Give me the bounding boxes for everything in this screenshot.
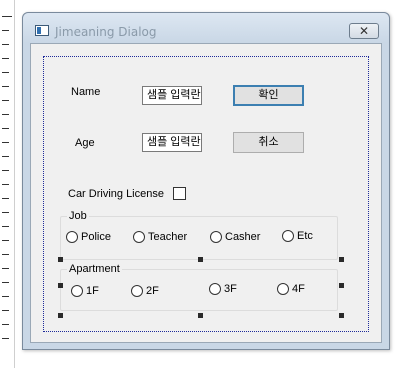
radio-circle: [210, 231, 222, 244]
dialog-window: Jimeaning Dialog ✕ Name 샘플 입력란 확인 Age 샘플…: [22, 12, 390, 350]
ruler-tick: [2, 226, 9, 227]
app-icon: [35, 25, 49, 36]
radio-1f[interactable]: 1F: [71, 285, 99, 298]
radio-police[interactable]: Police: [66, 231, 111, 244]
ruler-tick: [2, 296, 9, 297]
radio-circle: [71, 285, 83, 298]
ruler-tick: [2, 338, 9, 339]
radio-label: Casher: [225, 231, 261, 244]
radio-etc[interactable]: Etc: [282, 230, 313, 243]
age-label: Age: [75, 137, 95, 149]
apartment-group-title: Apartment: [67, 263, 122, 276]
ruler-tick: [2, 268, 9, 269]
radio-label: 3F: [224, 283, 237, 296]
radio-label: Teacher: [148, 231, 188, 244]
cancel-button[interactable]: 취소: [233, 132, 304, 153]
radio-label: 4F: [292, 283, 305, 296]
radio-circle: [209, 283, 221, 296]
license-checkbox[interactable]: [173, 187, 186, 200]
ruler-tick: [2, 282, 9, 283]
job-group-title: Job: [67, 210, 89, 223]
close-button[interactable]: ✕: [349, 23, 379, 39]
ruler-tick: [2, 142, 9, 143]
name-label: Name: [71, 86, 101, 98]
license-label: Car Driving License: [68, 188, 164, 200]
radio-circle: [133, 231, 145, 244]
resize-handle[interactable]: [198, 257, 203, 262]
title-bar[interactable]: Jimeaning Dialog ✕: [23, 13, 389, 43]
window-title: Jimeaning Dialog: [55, 25, 157, 39]
ruler-tick: [2, 16, 12, 17]
ruler-tick: [2, 212, 9, 213]
ruler-tick: [2, 58, 9, 59]
ruler-tick: [2, 156, 9, 157]
age-edit[interactable]: 샘플 입력란: [142, 133, 202, 152]
ruler-tick: [2, 114, 9, 115]
ruler-tick: [2, 310, 9, 311]
radio-teacher[interactable]: Teacher: [133, 231, 188, 244]
radio-label: 2F: [146, 285, 159, 298]
resize-handle[interactable]: [339, 313, 344, 318]
ok-button[interactable]: 확인: [233, 85, 304, 106]
radio-casher[interactable]: Casher: [210, 231, 261, 244]
radio-4f[interactable]: 4F: [277, 283, 305, 296]
ruler-tick: [2, 72, 9, 73]
radio-3f[interactable]: 3F: [209, 283, 237, 296]
ruler-tick: [2, 100, 9, 101]
radio-label: 1F: [86, 285, 99, 298]
resize-handle[interactable]: [58, 283, 63, 288]
resize-handle[interactable]: [198, 313, 203, 318]
ruler-tick: [2, 324, 9, 325]
resize-handle[interactable]: [339, 283, 344, 288]
radio-label: Police: [81, 231, 111, 244]
dialog-client-area: Name 샘플 입력란 확인 Age 샘플 입력란 취소 Car Driving…: [30, 43, 382, 343]
radio-2f[interactable]: 2F: [131, 285, 159, 298]
job-groupbox: Job Police Teacher Casher Etc: [60, 210, 338, 260]
side-ruler: [0, 0, 15, 368]
ruler-tick: [2, 30, 9, 31]
ruler-tick: [2, 86, 9, 87]
ruler-tick: [2, 240, 9, 241]
radio-circle: [277, 283, 289, 296]
ruler-tick: [2, 170, 9, 171]
resize-handle[interactable]: [58, 257, 63, 262]
ruler-tick: [2, 44, 9, 45]
resize-handle[interactable]: [339, 257, 344, 262]
apartment-groupbox: Apartment 1F 2F 3F 4F: [60, 263, 338, 311]
ruler-tick: [2, 254, 9, 255]
radio-label: Etc: [297, 230, 313, 243]
ruler-tick: [2, 184, 9, 185]
radio-circle: [131, 285, 143, 298]
ruler-tick: [2, 128, 9, 129]
name-edit[interactable]: 샘플 입력란: [142, 86, 202, 105]
ruler-tick: [2, 198, 9, 199]
radio-circle: [282, 230, 294, 243]
resize-handle[interactable]: [58, 313, 63, 318]
radio-circle: [66, 231, 78, 244]
